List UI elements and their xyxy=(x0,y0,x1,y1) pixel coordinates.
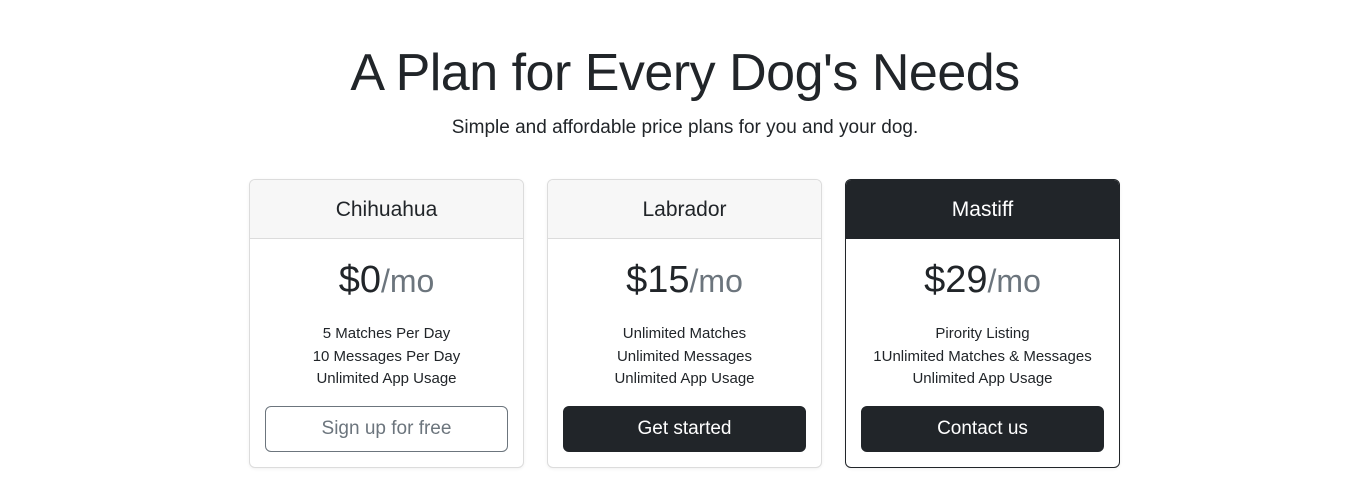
feature-item: Unlimited App Usage xyxy=(912,370,1053,387)
page-title: A Plan for Every Dog's Needs xyxy=(350,44,1020,102)
plan-price: $15/mo xyxy=(548,258,821,302)
price-period: /mo xyxy=(689,263,743,299)
plan-card-mastiff: Mastiff $29/mo Pirority Listing 1Unlimit… xyxy=(845,179,1120,468)
feature-list: Pirority Listing 1Unlimited Matches & Me… xyxy=(846,323,1119,391)
price-amount: $29 xyxy=(924,259,988,301)
feature-item: 10 Messages Per Day xyxy=(312,347,461,365)
contact-us-button[interactable]: Contact us xyxy=(861,406,1104,452)
feature-list: Unlimited Matches Unlimited Messages Unl… xyxy=(548,323,821,391)
plan-card-chihuahua: Chihuahua $0/mo 5 Matches Per Day 10 Mes… xyxy=(249,179,524,468)
feature-item: 1Unlimited Matches & Messages xyxy=(873,347,1092,365)
plan-card-labrador: Labrador $15/mo Unlimited Matches Unlimi… xyxy=(547,179,822,468)
get-started-button[interactable]: Get started xyxy=(563,406,806,452)
plan-price: $29/mo xyxy=(846,258,1119,302)
pricing-plans: Chihuahua $0/mo 5 Matches Per Day 10 Mes… xyxy=(249,179,1120,469)
page-subtitle: Simple and affordable price plans for yo… xyxy=(451,117,919,138)
feature-item: Pirority Listing xyxy=(935,325,1030,342)
feature-item: Unlimited Matches xyxy=(622,325,747,342)
price-amount: $15 xyxy=(626,259,690,301)
plan-name: Mastiff xyxy=(846,180,1119,239)
plan-price: $0/mo xyxy=(250,258,523,302)
plan-name: Chihuahua xyxy=(250,180,523,239)
plan-name: Labrador xyxy=(548,180,821,239)
feature-item: Unlimited App Usage xyxy=(614,370,755,387)
price-amount: $0 xyxy=(338,259,381,301)
feature-item: Unlimited App Usage xyxy=(316,370,457,387)
feature-list: 5 Matches Per Day 10 Messages Per Day Un… xyxy=(250,323,523,391)
price-period: /mo xyxy=(380,263,435,299)
feature-item: Unlimited Messages xyxy=(616,347,753,365)
feature-item: 5 Matches Per Day xyxy=(322,325,451,342)
sign-up-free-button[interactable]: Sign up for free xyxy=(265,406,508,452)
pricing-page: A Plan for Every Dog's Needs Simple and … xyxy=(0,0,1370,504)
price-period: /mo xyxy=(987,263,1041,299)
